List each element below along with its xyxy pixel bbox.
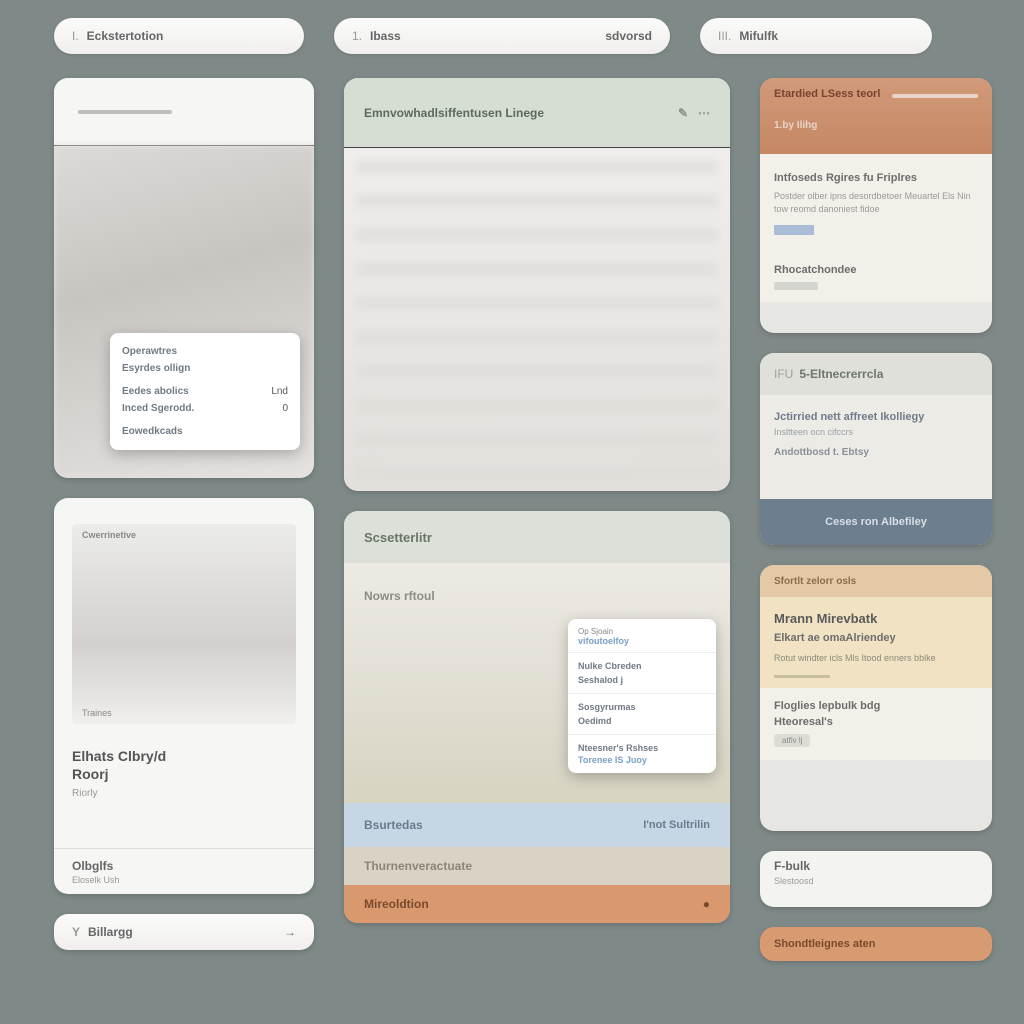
popup-row[interactable]: Eedes abolics <box>122 386 189 397</box>
progress-bar <box>892 94 978 98</box>
line-3: Andottbosd t. Ebtsy <box>774 447 978 458</box>
pill-label: Eckstertotion <box>87 29 164 43</box>
popup-row[interactable]: Nulke Cbreden <box>578 659 706 673</box>
pill-label: Ibass <box>370 29 401 43</box>
pill-number: 1. <box>352 29 362 43</box>
blurred-preview <box>344 148 730 491</box>
pill-label-secondary: sdvorsd <box>605 29 652 43</box>
card-subtitle: Elkart ae omaAlriendey <box>774 632 978 644</box>
pill-a3[interactable]: Y Billargg → <box>54 914 314 950</box>
edit-icon[interactable]: ✎ <box>678 106 688 120</box>
strip-label: Thurnenveractuate <box>364 859 472 873</box>
popup-menu-a[interactable]: Operawtres Esyrdes ollign Eedes abolics L… <box>110 333 300 450</box>
popup-value: 0 <box>282 403 288 414</box>
footer-sub: Eloselk Ush <box>72 875 120 885</box>
popup-row[interactable]: Sosgyrurmas <box>578 700 706 714</box>
info-card-c4[interactable]: F-bulk Slestoosd <box>760 851 992 907</box>
info-card-c1[interactable]: Etardied LSess teorl 1.by Ilihg Intfosed… <box>760 78 992 333</box>
pill-label: Mifulfk <box>739 29 778 43</box>
popup-row[interactable]: Operawtres <box>122 346 177 357</box>
document-card-a2[interactable]: Cwerrinetive Traines Elhats Clbry/d Roor… <box>54 498 314 894</box>
card-footer[interactable]: Olbglfs Eloselk Ush <box>54 848 314 894</box>
card-subtitle: 1.by Ilihg <box>774 120 978 131</box>
tab-pill-2[interactable]: 1. Ibass sdvorsd <box>334 18 670 54</box>
footer-title: Olbglfs <box>72 859 120 873</box>
placeholder-bar <box>774 282 818 290</box>
title-prefix: IFU <box>774 367 793 381</box>
line-1: Jctirried nett affreet Ikolliegy <box>774 411 978 423</box>
pill-label: Billargg <box>88 925 133 939</box>
pill-number: III. <box>718 29 731 43</box>
popup-row[interactable]: Nteesner's Rshses <box>578 741 706 755</box>
tab-pill-1[interactable]: I. Eckstertotion <box>54 18 304 54</box>
card-title-line2: Roorj <box>72 766 296 782</box>
strip-row[interactable]: Mireoldtion ● <box>344 885 730 923</box>
strip-header: Sfortlt zelorr osls <box>760 565 992 597</box>
thumbnail-image: Cwerrinetive Traines <box>72 524 296 724</box>
strip-label: Mireoldtion <box>364 897 429 911</box>
image-tag: Cwerrinetive <box>82 530 136 540</box>
popup-link[interactable]: vifoutoelfoy <box>578 636 706 646</box>
card-body: Rotut windter icls Mls Itood enners bblk… <box>774 652 978 665</box>
card-title: Scsetterlitr <box>364 530 432 545</box>
strip-label-right: I'not Sultrilin <box>643 819 710 831</box>
tab-pill-3[interactable]: III. Mifulfk <box>700 18 932 54</box>
card-subtitle: Riorly <box>72 788 296 799</box>
preview-card-b1[interactable]: Emnvowhadlsiffentusen Linege ✎ ⋯ <box>344 78 730 491</box>
tag-chip[interactable]: atfiv lj <box>774 734 810 747</box>
dot-icon: ● <box>703 897 710 911</box>
popup-row[interactable]: Oedimd <box>578 714 706 728</box>
card-title: Elhats Clbry/d <box>72 748 296 764</box>
arrow-icon: → <box>284 925 296 939</box>
strip-row[interactable]: Thurnenveractuate <box>344 847 730 885</box>
popup-value: Lnd <box>271 386 288 397</box>
card-footer-button[interactable]: Ceses ron Albefiley <box>760 499 992 545</box>
popup-header: Op Sjoain <box>578 627 706 636</box>
card-title: Mrann Mirevbatk <box>774 611 978 626</box>
strip-row[interactable]: Bsurtedas I'not Sultrilin <box>344 803 730 847</box>
more-icon[interactable]: ⋯ <box>698 106 710 120</box>
pill-number: Y <box>72 925 80 939</box>
section-heading: Rhocatchondee <box>774 264 978 276</box>
preview-card-b2[interactable]: Scsetterlitr Nowrs rftoul Op Sjoain vifo… <box>344 511 730 923</box>
section-body: Postder olber ipns desordbetoer Meuartel… <box>774 190 978 215</box>
strip-label: Bsurtedas <box>364 818 423 832</box>
strip-card-c5[interactable]: Shondtleignes aten <box>760 927 992 961</box>
info-card-c2[interactable]: IFU 5-Eltnecrerrcla Jctirried nett affre… <box>760 353 992 545</box>
popup-row[interactable]: Esyrdes ollign <box>122 363 190 374</box>
info-card-c3[interactable]: Sfortlt zelorr osls Mrann Mirevbatk Elka… <box>760 565 992 831</box>
popup-row[interactable]: Eowedkcads <box>122 426 183 437</box>
section-label: Nowrs rftoul <box>364 589 435 603</box>
popup-menu-b[interactable]: Op Sjoain vifoutoelfoy Nulke Cbreden Ses… <box>568 619 716 773</box>
progress-chip <box>774 225 814 235</box>
strip-label: Shondtleignes aten <box>774 938 875 950</box>
pill-number: I. <box>72 29 79 43</box>
footer-line-2: Hteoresal's <box>774 716 978 728</box>
preview-card-a1[interactable]: Operawtres Esyrdes ollign Eedes abolics L… <box>54 78 314 478</box>
line-2: Insltteen ocn cifccrs <box>774 427 978 437</box>
card-title: 5-Eltnecrerrcla <box>799 367 883 381</box>
footer-line-1: Floglies lepbulk bdg <box>774 700 978 712</box>
placeholder-line <box>78 110 172 114</box>
popup-row[interactable]: Inced Sgerodd. <box>122 403 194 414</box>
card-title: F-bulk <box>774 859 978 873</box>
popup-link[interactable]: Torenee IS Juoy <box>578 755 706 765</box>
card-title: Emnvowhadlsiffentusen Linege <box>364 106 544 120</box>
divider-bar <box>774 675 830 678</box>
image-caption: Traines <box>82 708 112 718</box>
card-subtitle: Slestoosd <box>774 876 978 886</box>
popup-row[interactable]: Seshalod j <box>578 673 706 687</box>
section-heading: Intfoseds Rgires fu Friplres <box>774 172 978 184</box>
